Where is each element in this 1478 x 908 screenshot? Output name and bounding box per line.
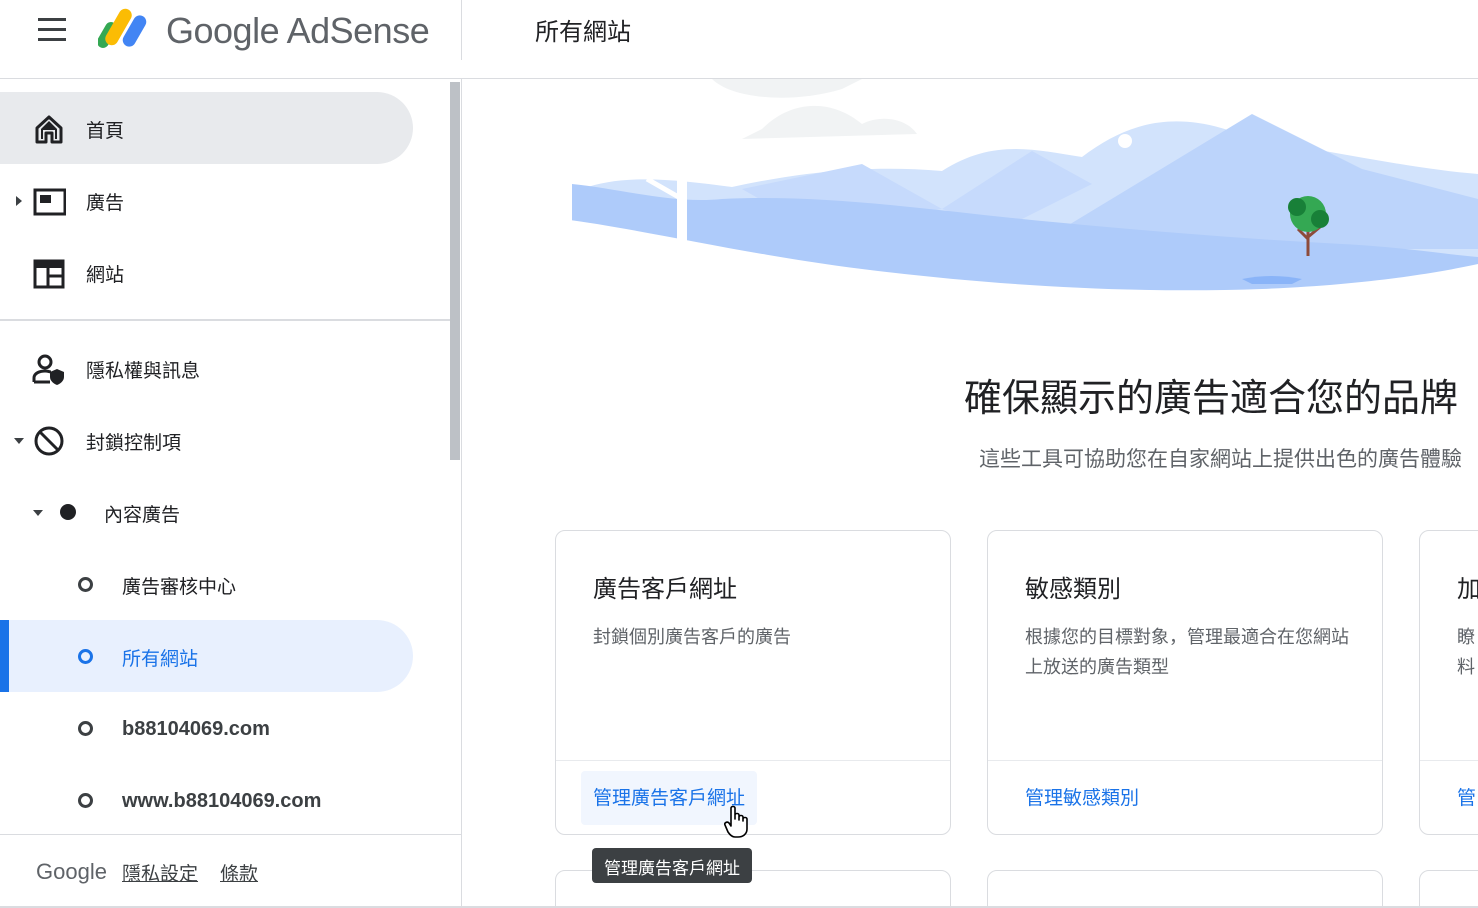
sidebar-item-label: 所有網站 [122,648,199,670]
sidebar-item-label: www.b88104069.com [122,790,322,812]
main-menu-button[interactable] [30,14,72,46]
page-title: 所有網站 [535,18,631,46]
ring-icon [78,649,93,664]
sidebar-divider [0,319,450,321]
adsense-logo-icon [98,8,147,48]
ring-icon [78,793,93,808]
card-partial-third: 加 瞭 料 管 [1419,530,1478,835]
card-description: 瞭 料 [1457,627,1475,678]
home-icon [35,115,63,144]
sidebar-item-label: 內容廣告 [104,504,181,526]
sidebar-item-ad-review-center[interactable]: 廣告審核中心 [0,548,413,620]
card-description: 根據您的目標對象，管理最適合在您網站上放送的廣告類型 [1025,627,1349,678]
card-next-row [1419,870,1478,908]
page-headline: 確保顯示的廣告適合您的品牌 [963,376,1458,420]
card-divider [556,760,950,761]
menu-icon-bar [38,38,66,41]
terms-link[interactable]: 條款 [220,859,258,886]
manage-third-card-button[interactable]: 管 [1445,771,1478,825]
sidebar-item-blocking-controls[interactable]: 封鎖控制項 [0,404,413,476]
ring-icon [78,721,93,736]
card-description: 封鎖個別廣告客戶的廣告 [593,627,791,648]
card-divider [988,760,1382,761]
product-logo-text: Google AdSense [166,10,430,51]
sidebar-item-label: 網站 [86,264,125,286]
hero-landscape-illustration [562,79,1478,314]
sidebar-item-site-www-b88104069[interactable]: www.b88104069.com [0,764,413,836]
filled-dot-icon [60,504,76,520]
sidebar-nav: 首頁 廣告 網站 隱私權與訊息 封鎖控制項 內容廣告 廣告審核中心 所有網站 b… [0,79,462,908]
main-content: 確保顯示的廣告適合您的品牌 這些工具可協助您在自家網站上提供出色的廣告體驗 廣告… [462,79,1478,908]
ring-icon [78,577,93,592]
sidebar-item-content-ads[interactable]: 內容廣告 [0,476,413,548]
sidebar-item-sites[interactable]: 網站 [0,236,413,308]
google-wordmark: Google [36,859,107,884]
sidebar-item-label: 隱私權與訊息 [86,360,201,382]
sidebar-item-label: b88104069.com [122,718,270,740]
sidebar-item-label: 首頁 [86,120,125,142]
caret-down-icon[interactable] [14,438,24,444]
card-title: 加 [1457,575,1478,603]
card-title: 敏感類別 [1025,575,1121,603]
sidebar-item-ads[interactable]: 廣告 [0,164,413,236]
card-next-row [987,870,1383,908]
tooltip: 管理廣告客戶網址 [592,848,752,883]
sidebar-item-label: 廣告 [86,192,125,214]
top-app-bar: Google AdSense 所有網站 [0,0,1478,79]
sidebar-item-label: 廣告審核中心 [122,576,237,598]
block-icon [34,426,64,456]
caret-down-icon[interactable] [33,510,43,516]
card-divider [1420,760,1478,761]
hand-pointer-cursor-icon [724,805,748,838]
manage-sensitive-categories-button[interactable]: 管理敏感類別 [1013,771,1151,825]
page-subheadline: 這些工具可協助您在自家網站上提供出色的廣告體驗 [979,447,1462,471]
active-indicator [0,620,9,692]
caret-right-icon[interactable] [16,196,22,206]
sidebar-item-site-b88104069[interactable]: b88104069.com [0,692,413,764]
sidebar-item-all-sites[interactable]: 所有網站 [0,620,413,692]
sidebar-item-label: 封鎖控制項 [86,432,182,454]
menu-icon-bar [38,28,66,31]
card-advertiser-urls: 廣告客戶網址 封鎖個別廣告客戶的廣告 管理廣告客戶網址 [555,530,951,835]
privacy-person-icon [32,354,64,385]
sites-icon [33,259,65,289]
sidebar-item-home[interactable]: 首頁 [0,92,413,164]
sidebar-scrollbar[interactable] [450,82,460,460]
card-title: 廣告客戶網址 [593,575,737,603]
menu-icon [38,18,66,21]
card-sensitive-categories: 敏感類別 根據您的目標對象，管理最適合在您網站上放送的廣告類型 管理敏感類別 [987,530,1383,835]
sidebar-footer: Google 隱私設定 條款 [0,834,461,908]
header-divider [461,0,462,60]
privacy-settings-link[interactable]: 隱私設定 [122,859,198,886]
ads-icon [33,188,66,216]
sidebar-item-privacy-messaging[interactable]: 隱私權與訊息 [0,332,413,404]
